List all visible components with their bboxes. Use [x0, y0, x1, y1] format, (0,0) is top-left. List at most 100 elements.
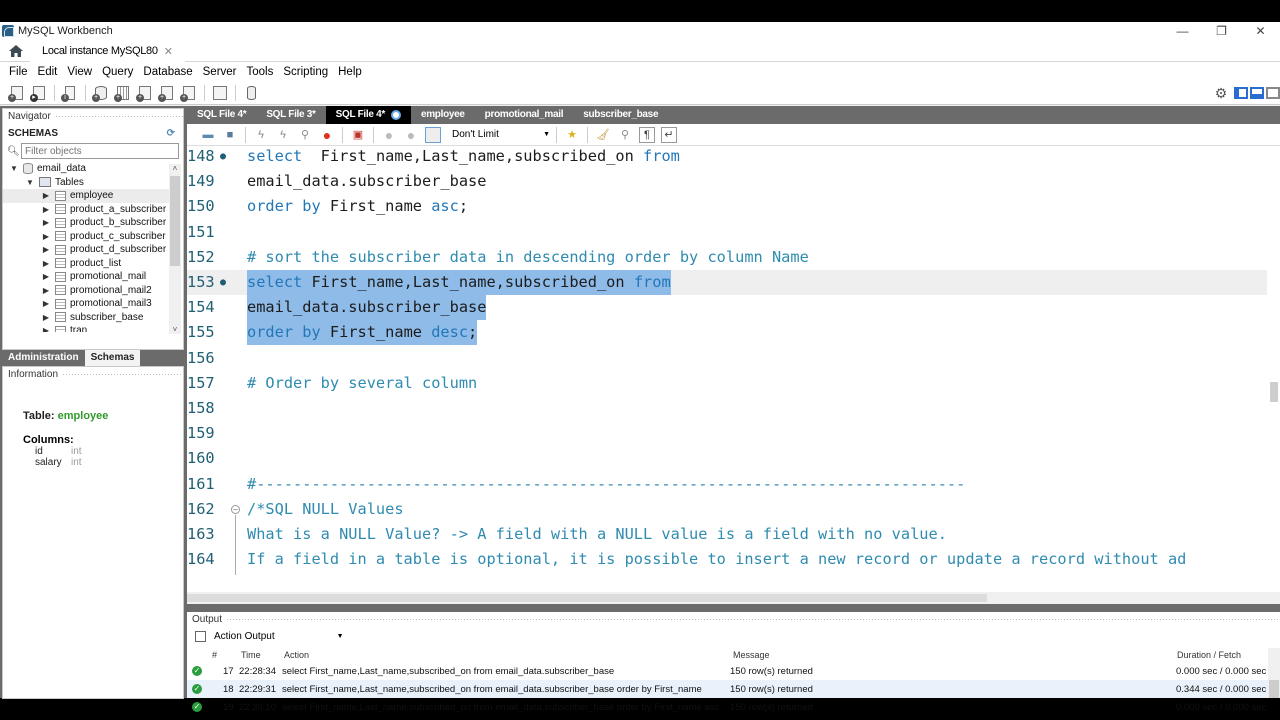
explain-icon[interactable]: ⚲ — [297, 127, 313, 143]
expand-arrow-icon[interactable]: ▼ — [9, 164, 19, 173]
code-line[interactable]: 157 # Order by several column — [187, 371, 1267, 396]
tree-table-node[interactable]: ▶ promotional_mail — [3, 270, 171, 284]
expand-arrow-icon[interactable]: ▶ — [41, 218, 51, 227]
menu-help[interactable]: Help — [333, 66, 367, 78]
output-row[interactable]: ✓ 19 22:30:10 select First_name,Last_name,s… — [187, 698, 1280, 716]
menu-edit[interactable]: Edit — [33, 66, 63, 78]
output-scrollbar[interactable] — [1268, 648, 1280, 698]
expand-arrow-icon[interactable]: ▶ — [41, 286, 51, 295]
output-type-select[interactable]: Action Output ▼ — [187, 627, 1280, 645]
code-line[interactable]: 155 order by First_name desc; — [187, 320, 1267, 346]
code-line[interactable]: 151 — [187, 220, 1267, 245]
tree-table-node[interactable]: ▶ product_list — [3, 257, 171, 271]
autocommit-icon[interactable] — [425, 126, 441, 143]
tree-table-node[interactable]: ▶ product_c_subscriber — [3, 230, 171, 244]
code-line[interactable]: 162 −/*SQL NULL Values — [187, 497, 1267, 522]
commit-icon[interactable]: ● — [381, 127, 397, 143]
limit-rows-select[interactable]: Don't Limit ▼ — [448, 127, 552, 143]
output-row[interactable]: ✓ 17 22:28:34 select First_name,Last_name,s… — [187, 662, 1280, 680]
restore-button[interactable]: ❐ — [1202, 22, 1241, 40]
home-icon[interactable] — [8, 43, 24, 59]
code-line[interactable]: 154 email_data.subscriber_base — [187, 295, 1267, 321]
create-procedure-icon[interactable]: + — [158, 84, 176, 102]
toggle-sidebar-icon[interactable] — [1234, 87, 1248, 99]
reconnect-icon[interactable] — [242, 84, 260, 102]
expand-arrow-icon[interactable]: ▶ — [41, 299, 51, 308]
word-wrap-icon[interactable]: ↵ — [661, 126, 677, 143]
expand-arrow-icon[interactable]: ▼ — [25, 178, 35, 187]
tab-schemas[interactable]: Schemas — [84, 350, 141, 366]
tree-table-node[interactable]: ▶ tran — [3, 324, 171, 332]
col-header-action[interactable]: Action — [284, 650, 309, 660]
code-line[interactable]: 161 #------------------------------------… — [187, 472, 1267, 497]
create-schema-icon[interactable]: + — [92, 84, 110, 102]
scrollbar-thumb[interactable] — [1269, 680, 1279, 698]
stop-icon[interactable]: ● — [319, 127, 335, 143]
tree-table-node[interactable]: ▶ subscriber_base — [3, 311, 171, 325]
code-line[interactable]: 163 What is a NULL Value? -> A field with… — [187, 522, 1267, 547]
close-button[interactable]: ✕ — [1241, 22, 1280, 40]
expand-arrow-icon[interactable]: ▶ — [41, 259, 51, 268]
tab-sql-file-4[interactable]: SQL File 4* — [187, 106, 256, 124]
code-line[interactable]: 148 ● select First_name,Last_name,subscrib… — [187, 146, 1267, 169]
output-row[interactable]: ✓ 18 22:29:31 select First_name,Last_name,s… — [187, 680, 1280, 698]
col-header-number[interactable]: # — [212, 650, 217, 660]
menu-database[interactable]: Database — [138, 66, 197, 78]
tree-schema-node[interactable]: ▼ email_data — [3, 162, 171, 176]
scrollbar-thumb[interactable] — [170, 176, 180, 266]
col-header-message[interactable]: Message — [733, 650, 770, 660]
invisible-chars-icon[interactable]: ¶ — [639, 126, 655, 143]
tree-tables-node[interactable]: ▼ Tables — [3, 176, 171, 190]
code-line[interactable]: 152 # sort the subscriber data in descend… — [187, 245, 1267, 270]
tab-sql-file-4-active[interactable]: SQL File 4* — [325, 106, 411, 124]
code-line[interactable]: 159 — [187, 421, 1267, 446]
expand-arrow-icon[interactable]: ▶ — [41, 232, 51, 241]
tree-table-node[interactable]: ▶ promotional_mail2 — [3, 284, 171, 298]
scroll-up-icon[interactable]: ˄ — [169, 164, 181, 173]
add-snippet-icon[interactable]: ★ — [564, 127, 580, 143]
toggle-continue-on-error-icon[interactable]: ▣ — [350, 127, 366, 143]
code-line[interactable]: 153 ● select First_name,Last_name,subscrib… — [187, 270, 1267, 295]
execute-current-icon[interactable]: ϟ — [275, 127, 291, 143]
code-line[interactable]: 150 order by First_name asc; — [187, 194, 1267, 219]
tab-promotional-mail[interactable]: promotional_mail — [475, 106, 574, 124]
tree-table-node[interactable]: ▶ product_b_subscriber — [3, 216, 171, 230]
create-view-icon[interactable]: + — [136, 84, 154, 102]
editor-vertical-scrollbar[interactable] — [1268, 146, 1280, 578]
find-icon[interactable]: ⚲ — [617, 127, 633, 143]
beautify-icon[interactable]: 🧹︎ — [595, 127, 611, 143]
fold-toggle-icon[interactable]: − — [231, 504, 240, 514]
sql-editor[interactable]: 148 ● select First_name,Last_name,subscrib… — [187, 146, 1280, 604]
open-folder-icon[interactable]: ▬ — [200, 127, 216, 143]
expand-arrow-icon[interactable]: ▶ — [41, 313, 51, 322]
minimize-button[interactable]: — — [1163, 22, 1202, 40]
toggle-secondary-sidebar-icon[interactable] — [1266, 87, 1280, 99]
expand-arrow-icon[interactable]: ▶ — [41, 191, 51, 200]
code-line[interactable]: 164 If a field in a table is optional, it… — [187, 547, 1267, 572]
close-tab-icon[interactable]: ✕ — [164, 45, 173, 58]
col-header-duration[interactable]: Duration / Fetch — [1177, 650, 1241, 660]
toggle-output-icon[interactable] — [1250, 87, 1264, 99]
open-sql-script-icon[interactable]: ▸ — [30, 84, 48, 102]
search-table-data-icon[interactable] — [211, 84, 229, 102]
menu-scripting[interactable]: Scripting — [278, 66, 333, 78]
editor-horizontal-scrollbar[interactable] — [187, 592, 1280, 604]
settings-icon[interactable]: ⚙ — [1212, 84, 1230, 102]
create-table-icon[interactable]: + — [114, 84, 132, 102]
tree-table-node[interactable]: ▶ promotional_mail3 — [3, 297, 171, 311]
tree-scrollbar[interactable]: ˄ ˅ — [169, 164, 181, 334]
tree-table-node[interactable]: ▶ employee — [3, 189, 171, 203]
scrollbar-thumb[interactable] — [1270, 382, 1278, 402]
new-sql-tab-icon[interactable]: + — [8, 84, 26, 102]
filter-objects-input[interactable] — [21, 143, 179, 159]
code-line[interactable]: 156 — [187, 346, 1267, 371]
copy-icon[interactable] — [195, 630, 206, 642]
tab-sql-file-3[interactable]: SQL File 3* — [256, 106, 325, 124]
scrollbar-thumb[interactable] — [187, 594, 987, 602]
expand-arrow-icon[interactable]: ▶ — [41, 326, 51, 332]
expand-arrow-icon[interactable]: ▶ — [41, 205, 51, 214]
code-line[interactable]: 149 email_data.subscriber_base — [187, 169, 1267, 194]
code-line[interactable]: 158 — [187, 396, 1267, 421]
menu-tools[interactable]: Tools — [242, 66, 279, 78]
menu-view[interactable]: View — [62, 66, 97, 78]
